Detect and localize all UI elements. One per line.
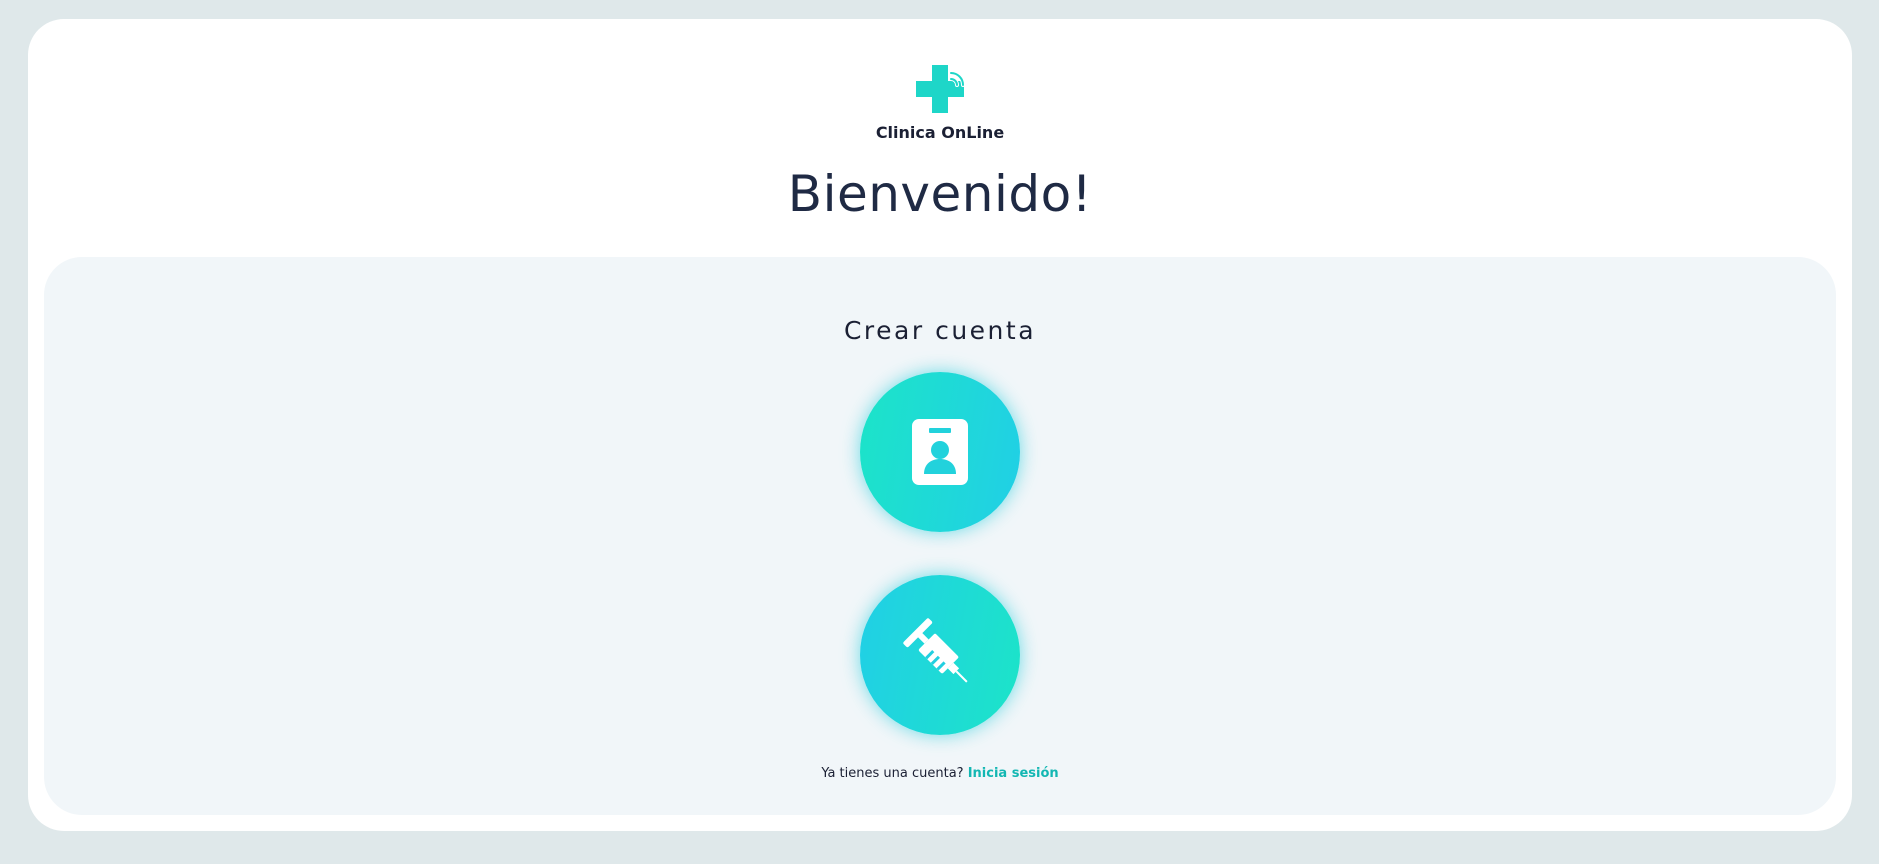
- login-question: Ya tienes una cuenta?: [821, 766, 964, 781]
- brand-name: Clinica OnLine: [875, 123, 1005, 142]
- patient-id-badge-icon: [912, 419, 968, 485]
- register-specialist-button[interactable]: [860, 575, 1020, 735]
- syringe-icon: [903, 618, 968, 683]
- register-patient-button[interactable]: [860, 372, 1020, 532]
- login-prompt: Ya tienes una cuenta? Inicia sesión: [44, 766, 1836, 781]
- main-card: Clinica OnLine Bienvenido! Crear cuenta: [28, 19, 1852, 831]
- login-link[interactable]: Inicia sesión: [968, 766, 1059, 781]
- welcome-heading: Bienvenido!: [787, 165, 1093, 223]
- medical-cross-wifi-icon: [916, 65, 965, 113]
- register-panel: Crear cuenta Ya tienes una cuenta? Inici…: [44, 257, 1836, 815]
- create-account-title: Crear cuenta: [843, 316, 1037, 345]
